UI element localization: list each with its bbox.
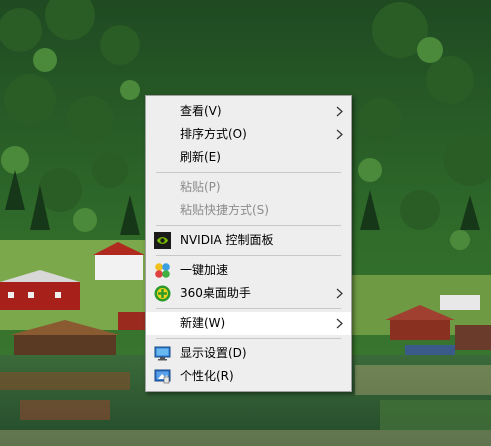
menu-item-label: 360桌面助手 [180, 286, 251, 300]
menu-item-label: 一键加速 [180, 263, 229, 277]
menu-item-label: 新建(W) [180, 316, 226, 330]
menu-separator [156, 338, 341, 339]
menu-item-label: 查看(V) [180, 104, 222, 118]
menu-separator [156, 308, 341, 309]
menu-item-personalize[interactable]: 个性化(R) [146, 365, 351, 388]
menu-item-label: 排序方式(O) [180, 127, 247, 141]
menu-item-label: 粘贴(P) [180, 180, 221, 194]
speedup-icon [155, 263, 170, 278]
menu-item-nvidia-control-panel[interactable]: NVIDIA 控制面板 [146, 229, 351, 252]
menu-item-one-click-speedup[interactable]: 一键加速 [146, 259, 351, 282]
display-settings-icon [154, 346, 171, 361]
personalize-icon [154, 369, 171, 384]
chevron-right-icon [336, 288, 343, 299]
menu-item-refresh[interactable]: 刷新(E) [146, 146, 351, 169]
menu-item-360-desktop-assistant[interactable]: 360桌面助手 [146, 282, 351, 305]
menu-separator [156, 225, 341, 226]
menu-item-paste[interactable]: 粘贴(P) [146, 176, 351, 199]
menu-item-label: 刷新(E) [180, 150, 221, 164]
menu-item-label: NVIDIA 控制面板 [180, 233, 274, 247]
chevron-right-icon [336, 318, 343, 329]
chevron-right-icon [336, 129, 343, 140]
360-assistant-icon [154, 285, 171, 302]
menu-item-label: 显示设置(D) [180, 346, 247, 360]
menu-separator [156, 172, 341, 173]
menu-item-paste-shortcut[interactable]: 粘贴快捷方式(S) [146, 199, 351, 222]
chevron-right-icon [336, 106, 343, 117]
nvidia-icon [154, 232, 171, 249]
menu-separator [156, 255, 341, 256]
menu-item-label: 个性化(R) [180, 369, 234, 383]
menu-item-view[interactable]: 查看(V) [146, 100, 351, 123]
menu-item-new[interactable]: 新建(W) [146, 312, 351, 335]
menu-item-sort-by[interactable]: 排序方式(O) [146, 123, 351, 146]
menu-item-display-settings[interactable]: 显示设置(D) [146, 342, 351, 365]
desktop-context-menu: 查看(V) 排序方式(O) 刷新(E) 粘贴(P) 粘贴快捷方式(S) NVID… [145, 95, 352, 392]
menu-item-label: 粘贴快捷方式(S) [180, 203, 269, 217]
